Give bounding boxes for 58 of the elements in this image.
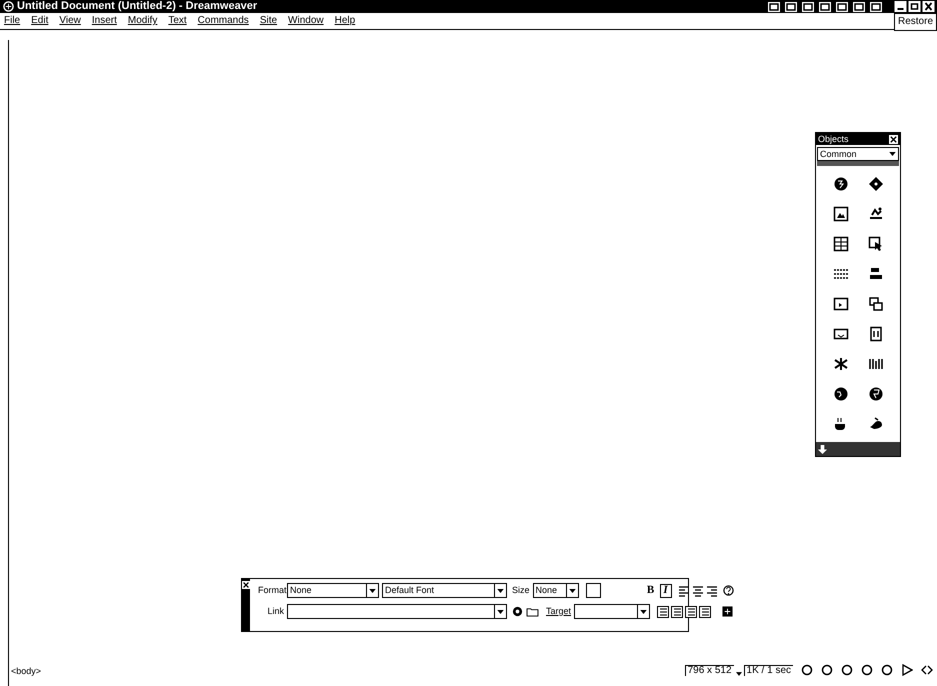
- tag-selector[interactable]: <body>: [9, 667, 42, 676]
- help-icon[interactable]: [722, 585, 734, 596]
- frame-icon[interactable]: [832, 296, 848, 312]
- menu-item[interactable]: File: [4, 16, 20, 26]
- folder-icon[interactable]: [526, 606, 539, 616]
- align-center-icon[interactable]: [692, 584, 704, 596]
- link-label: Link: [266, 607, 284, 616]
- menu-item[interactable]: Site: [260, 16, 278, 26]
- menu-item[interactable]: View: [59, 16, 81, 26]
- menu-item[interactable]: Window: [288, 16, 324, 26]
- target-label: Target: [546, 607, 572, 616]
- caret-icon: [497, 610, 504, 614]
- align-left-icon[interactable]: [678, 584, 690, 596]
- layers-icon[interactable]: [868, 296, 884, 312]
- caret-icon: [736, 672, 742, 676]
- caret-icon: [889, 152, 896, 156]
- panel-title: Objects: [818, 134, 850, 144]
- caret-icon: [568, 588, 576, 592]
- download-stats: 1K / 1 sec: [744, 665, 793, 676]
- format-dropdown[interactable]: None: [287, 583, 379, 598]
- bold-button[interactable]: B: [644, 584, 657, 598]
- link-field[interactable]: [287, 604, 507, 619]
- align-right-icon[interactable]: [706, 584, 718, 596]
- table-icon[interactable]: [832, 236, 848, 252]
- menu-item[interactable]: Commands: [198, 16, 249, 26]
- restore-tooltip: Restore: [894, 13, 937, 31]
- bars-icon[interactable]: [868, 356, 884, 372]
- caret-icon: [497, 588, 504, 592]
- diamond-icon[interactable]: [868, 176, 884, 192]
- menu-item[interactable]: Help: [334, 16, 356, 26]
- caret-icon: [369, 588, 376, 592]
- cursor-icon[interactable]: [868, 236, 884, 252]
- image-icon[interactable]: [832, 206, 848, 222]
- menu-item[interactable]: Edit: [31, 16, 48, 26]
- category-dropdown[interactable]: Common: [817, 147, 899, 161]
- target-dropdown[interactable]: [574, 604, 650, 619]
- close-icon[interactable]: [922, 1, 935, 12]
- italic-button[interactable]: I: [660, 584, 672, 598]
- font-dropdown[interactable]: Default Font: [382, 583, 507, 598]
- color-swatch[interactable]: [586, 583, 601, 598]
- envelope-icon[interactable]: [832, 326, 848, 342]
- menu-item[interactable]: Text: [168, 16, 187, 26]
- window-size-dropdown[interactable]: 796 x 512: [684, 665, 734, 676]
- window-title: Untitled Document (Untitled-2) - Dreamweaver: [17, 1, 258, 12]
- timeline-icon[interactable]: [901, 664, 913, 676]
- size-label: Size: [512, 586, 530, 595]
- caret-icon: [640, 610, 648, 614]
- close-icon[interactable]: [889, 134, 898, 144]
- format-label: Format: [258, 586, 284, 595]
- down-arrow-icon[interactable]: [818, 444, 827, 454]
- menu-item[interactable]: Insert: [92, 16, 117, 26]
- menu-item[interactable]: Modify: [128, 16, 158, 26]
- maximize-icon[interactable]: [908, 1, 921, 12]
- size-dropdown[interactable]: None: [532, 583, 579, 598]
- minimize-icon[interactable]: [894, 1, 907, 12]
- document-icon[interactable]: [868, 326, 884, 342]
- close-icon[interactable]: [242, 581, 250, 589]
- code-icon[interactable]: [921, 664, 933, 676]
